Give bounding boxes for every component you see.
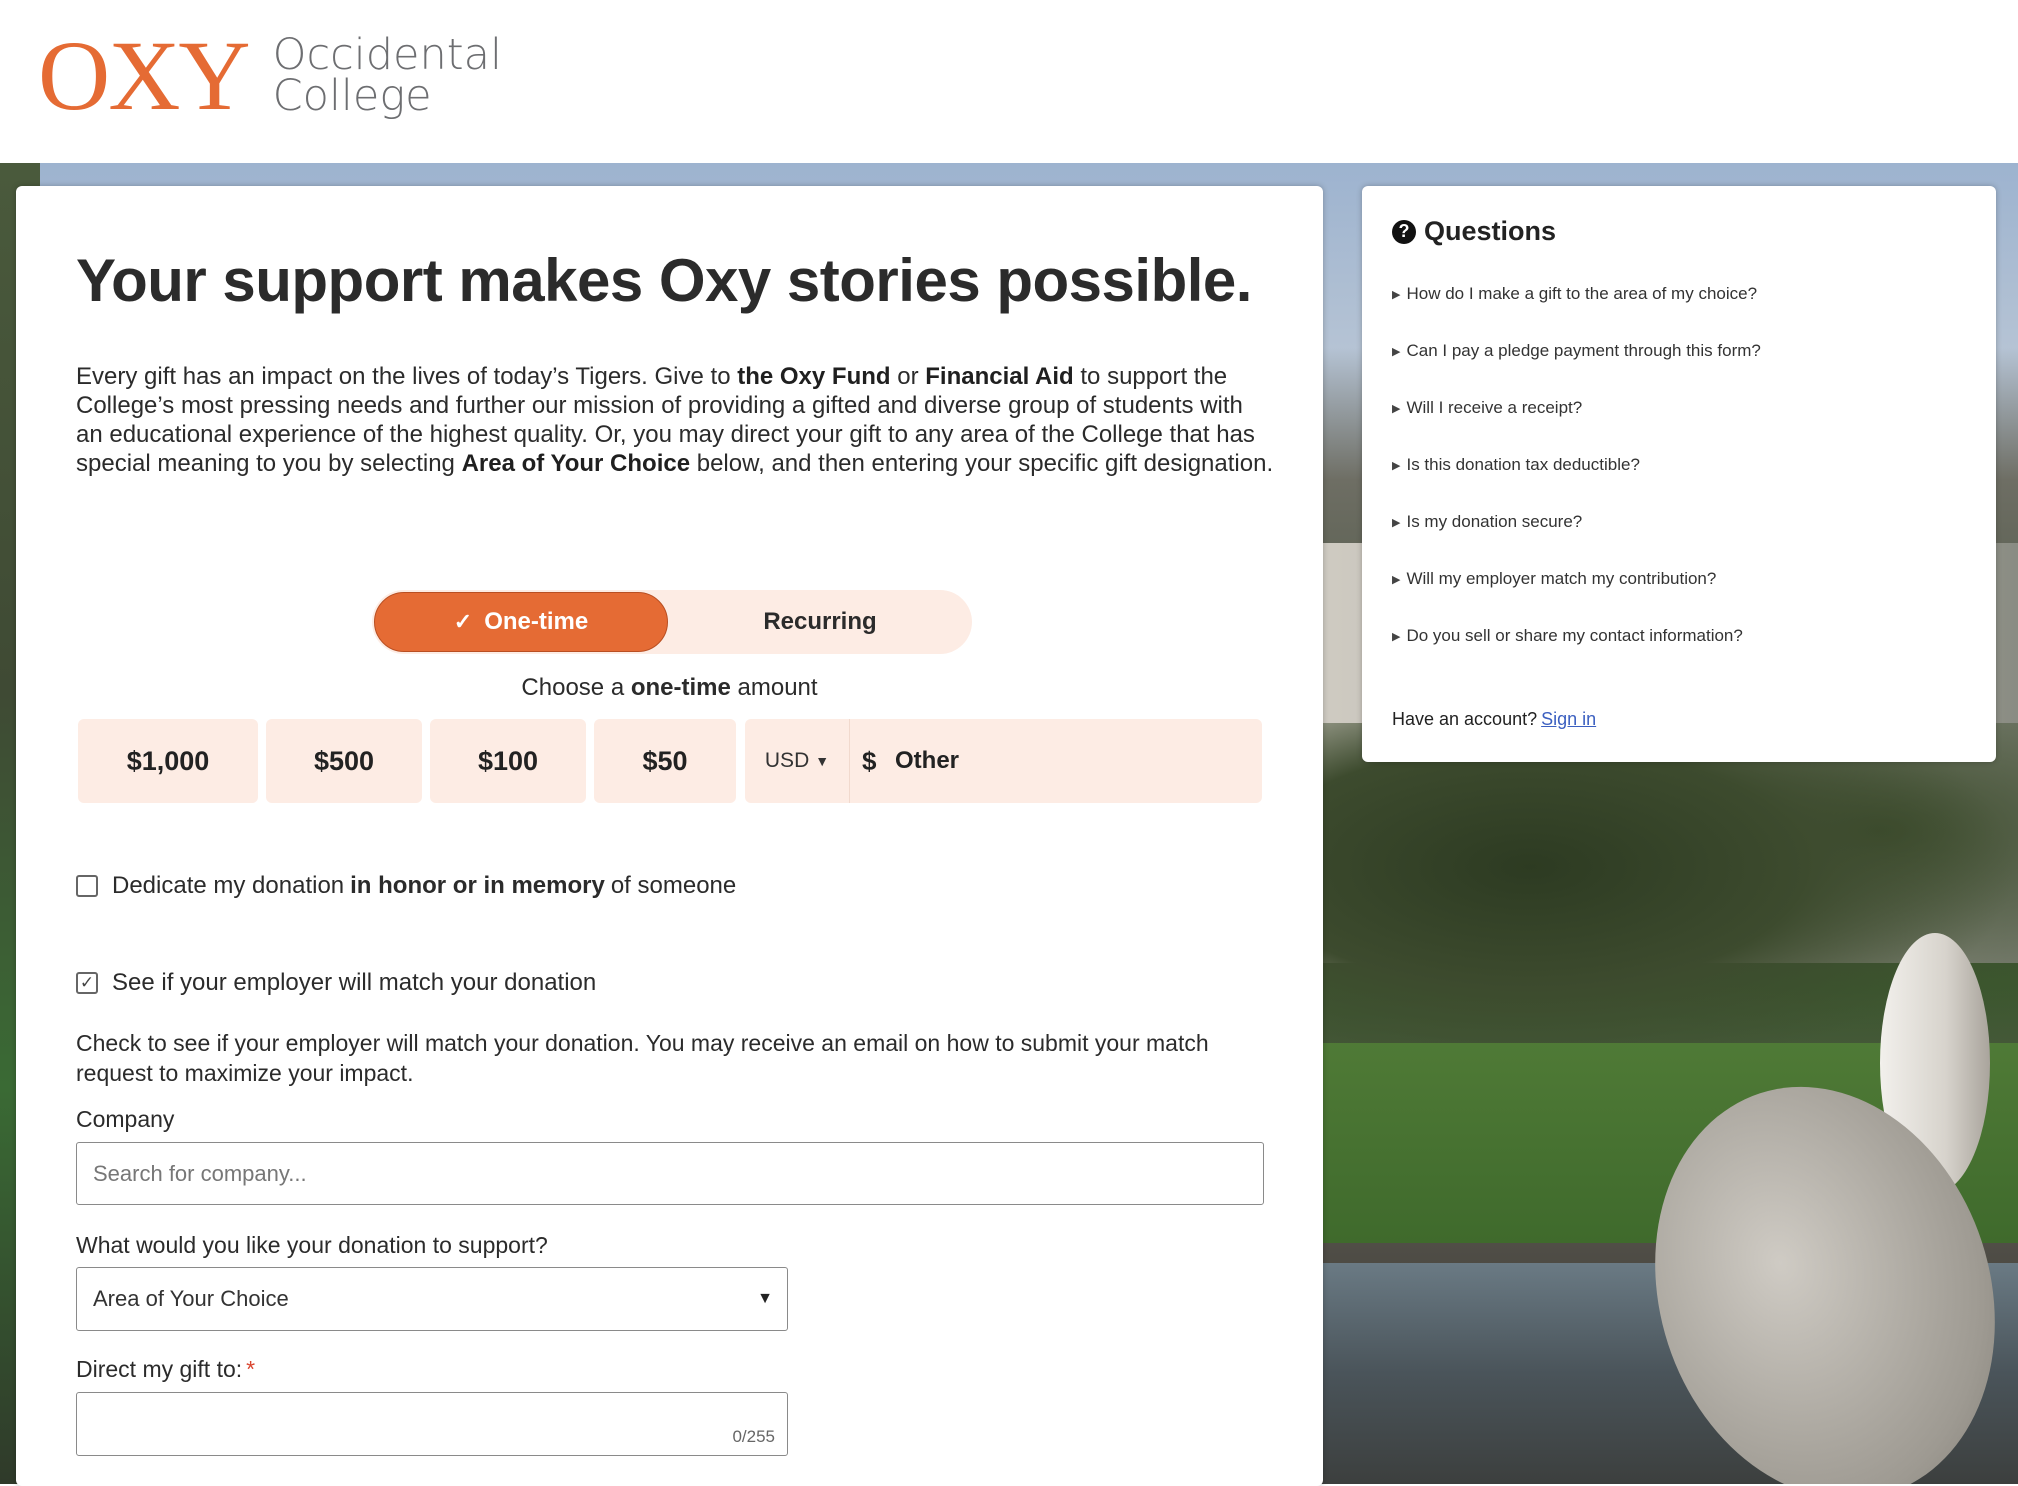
- character-counter: 0/255: [732, 1427, 775, 1446]
- employer-match-label: See if your employer will match your don…: [112, 969, 597, 996]
- choose-suffix: amount: [730, 674, 818, 701]
- faq-item-label: Is my donation secure?: [1406, 512, 1583, 531]
- question-circle-icon: ?: [1392, 219, 1416, 244]
- amount-button-1000[interactable]: $1,000: [78, 719, 258, 803]
- other-amount-field[interactable]: USD ▼ $ Other: [745, 719, 1262, 803]
- faq-item[interactable]: ▶ Will my employer match my contribution?: [1392, 569, 1716, 589]
- intro-paragraph: Every gift has an impact on the lives of…: [76, 362, 1276, 478]
- faq-item-label: Can I pay a pledge payment through this …: [1406, 341, 1761, 360]
- caret-right-icon: ▶: [1392, 345, 1401, 358]
- amount-button-100[interactable]: $100: [430, 719, 586, 803]
- sign-in-link[interactable]: Sign in: [1541, 709, 1596, 729]
- caret-right-icon: ▶: [1392, 288, 1401, 301]
- questions-panel: ? Questions ▶ How do I make a gift to the…: [1362, 186, 1996, 762]
- recurring-label: Recurring: [763, 608, 877, 635]
- faq-item[interactable]: ▶ How do I make a gift to the area of my …: [1392, 284, 1757, 304]
- currency-value: USD: [764, 749, 810, 772]
- faq-item-label: Will my employer match my contribution?: [1406, 569, 1717, 588]
- dedicate-option[interactable]: Dedicate my donation in honor or in memo…: [76, 872, 736, 900]
- intro-bold-oxy-fund: the Oxy Fund: [737, 363, 891, 390]
- intro-text-1: Every gift has an impact on the lives of…: [76, 363, 738, 390]
- employer-match-description: Check to see if your employer will match…: [76, 1030, 1209, 1086]
- faq-item[interactable]: ▶ Can I pay a pledge payment through this…: [1392, 341, 1761, 361]
- faq-item[interactable]: ▶ Is my donation secure?: [1392, 512, 1582, 532]
- company-label: Company: [76, 1106, 175, 1132]
- caret-down-icon: ▼: [815, 753, 830, 769]
- support-select[interactable]: Area of Your Choice ▼: [76, 1267, 788, 1331]
- logo-line-2: College: [272, 71, 432, 121]
- employer-match-checkbox[interactable]: ✓: [76, 972, 98, 994]
- choose-prefix: Choose a: [521, 674, 631, 701]
- caret-right-icon: ▶: [1392, 516, 1401, 529]
- donation-form-card: Your support makes Oxy stories possible.…: [16, 186, 1323, 1486]
- faq-item-label: Will I receive a receipt?: [1406, 398, 1583, 417]
- dollar-sign: $: [862, 745, 877, 776]
- dedicate-text-prefix: Dedicate my donation: [112, 872, 345, 899]
- intro-text-2: or: [890, 363, 926, 390]
- choose-amount-label: Choose a one-time amount: [16, 674, 1323, 702]
- caret-right-icon: ▶: [1392, 402, 1401, 415]
- check-icon: ✓: [453, 609, 473, 634]
- faq-item-label: Is this donation tax deductible?: [1406, 455, 1640, 474]
- dedicate-text-bold: in honor or in memory: [350, 872, 605, 899]
- choose-bold: one-time: [630, 674, 731, 701]
- account-prompt-text: Have an account?: [1392, 709, 1538, 729]
- required-marker: *: [246, 1356, 256, 1382]
- faq-item-label: How do I make a gift to the area of my c…: [1406, 284, 1758, 303]
- account-prompt: Have an account? Sign in: [1392, 709, 1596, 730]
- caret-right-icon: ▶: [1392, 630, 1401, 643]
- company-placeholder: Search for company...: [93, 1160, 307, 1186]
- intro-text-4: below, and then entering your specific g…: [690, 450, 1274, 477]
- direct-gift-textarea[interactable]: 0/255: [76, 1392, 788, 1456]
- employer-match-option[interactable]: ✓ See if your employer will match your d…: [76, 969, 596, 997]
- faq-item[interactable]: ▶ Do you sell or share my contact informa…: [1392, 626, 1743, 646]
- company-search-input[interactable]: Search for company...: [76, 1142, 1264, 1205]
- caret-down-icon: ▼: [757, 1290, 773, 1307]
- page-title: Your support makes Oxy stories possible.: [76, 247, 1252, 314]
- caret-right-icon: ▶: [1392, 459, 1401, 472]
- dedicate-text-suffix: of someone: [610, 872, 737, 899]
- amount-button-500[interactable]: $500: [266, 719, 422, 803]
- one-time-label: One-time: [484, 608, 589, 635]
- questions-title: Questions: [1424, 216, 1557, 246]
- oxy-logo[interactable]: OXY Occidental College: [38, 26, 502, 126]
- faq-item[interactable]: ▶ Will I receive a receipt?: [1392, 398, 1582, 418]
- direct-gift-label: Direct my gift to: *: [76, 1356, 255, 1383]
- support-selected-value: Area of Your Choice: [93, 1286, 289, 1311]
- amount-options: $1,000 $500 $100 $50 USD ▼ $ Other: [78, 719, 1262, 803]
- faq-item-label: Do you sell or share my contact informat…: [1406, 626, 1743, 645]
- intro-bold-financial-aid: Financial Aid: [925, 363, 1074, 390]
- site-header: OXY Occidental College: [0, 0, 2018, 163]
- questions-heading: ? Questions: [1392, 216, 1556, 247]
- other-amount-input[interactable]: Other: [895, 719, 959, 803]
- intro-bold-area-of-choice: Area of Your Choice: [461, 450, 691, 477]
- dedicate-checkbox[interactable]: [76, 875, 98, 897]
- caret-right-icon: ▶: [1392, 573, 1401, 586]
- currency-select[interactable]: USD ▼: [745, 719, 850, 803]
- amount-button-50[interactable]: $50: [594, 719, 736, 803]
- logo-mark: OXY: [38, 20, 251, 131]
- logo-wordmark: Occidental College: [273, 34, 502, 118]
- frequency-toggle: ✓ One-time Recurring: [372, 590, 972, 654]
- faq-item[interactable]: ▶ Is this donation tax deductible?: [1392, 455, 1640, 475]
- one-time-button[interactable]: ✓ One-time: [374, 592, 668, 652]
- recurring-button[interactable]: Recurring: [672, 592, 968, 652]
- support-label: What would you like your donation to sup…: [76, 1232, 548, 1258]
- direct-gift-label-text: Direct my gift to:: [76, 1356, 243, 1382]
